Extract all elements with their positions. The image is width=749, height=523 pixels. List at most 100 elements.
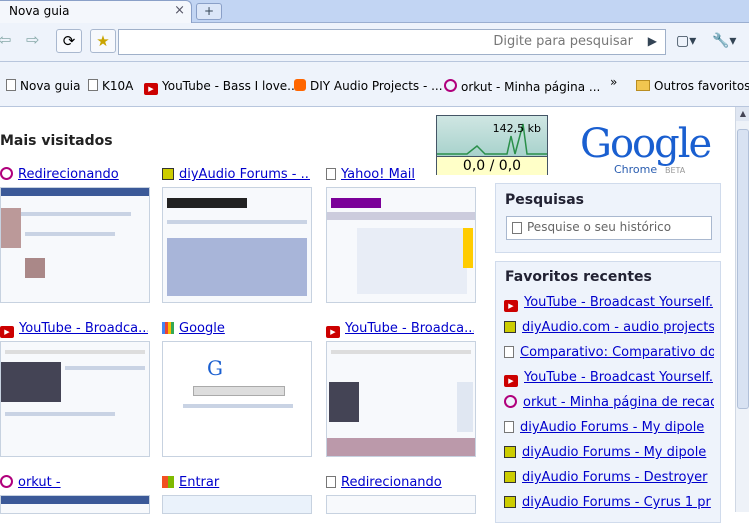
bookmark-label: K10A [102, 79, 134, 93]
google-icon [162, 322, 174, 334]
most-visited-thumb-9[interactable] [326, 495, 476, 514]
most-visited-thumb-7[interactable] [0, 495, 150, 514]
bookmark-label: Nova guia [20, 79, 81, 93]
bookmark-other-favorites[interactable]: Outros favoritos [636, 79, 749, 93]
beta-label: BETA [665, 166, 686, 175]
most-visited-thumb-5[interactable]: G [162, 341, 312, 457]
most-visited-title-2[interactable]: diyAudio Forums - ... [162, 167, 310, 182]
thumb-shot [457, 382, 473, 432]
thumb-shot [329, 382, 359, 422]
favorite-label: diyAudio.com - audio projects [522, 320, 714, 335]
page-icon [512, 222, 522, 234]
bookmark-label: YouTube - Bass I love... [162, 79, 299, 93]
thumb-shot [25, 232, 115, 236]
google-shot-logo: G [207, 356, 223, 380]
tools-menu-icon[interactable]: 🔧▾ [712, 33, 736, 49]
forward-icon[interactable]: ⇨ [26, 30, 39, 49]
bookmark-orkut[interactable]: orkut - Minha página ... [444, 79, 600, 94]
most-visited-thumb-1[interactable] [0, 187, 150, 303]
recent-favorite-3[interactable]: Comparativo: Comparativo do [504, 345, 714, 360]
youtube-icon: ▶ [504, 300, 518, 312]
network-monitor: 142,5 kb 0,0 / 0,0 [436, 115, 548, 175]
recent-favorite-5[interactable]: orkut - Minha página de recados [504, 395, 714, 410]
most-visited-title-9[interactable]: Redirecionando [326, 475, 474, 490]
orkut-icon [0, 167, 13, 180]
page-icon [6, 79, 16, 91]
thumb-label: Redirecionando [341, 475, 442, 490]
youtube-icon: ▶ [326, 326, 340, 338]
thumb-label: Yahoo! Mail [341, 167, 416, 182]
reload-button[interactable]: ⟳ [56, 29, 82, 53]
scrollbar-thumb[interactable] [737, 129, 749, 409]
most-visited-thumb-4[interactable] [0, 341, 150, 457]
most-visited-title-1[interactable]: Redirecionando [0, 167, 148, 182]
speaker-icon [162, 168, 174, 180]
most-visited-title-6[interactable]: ▶ YouTube - Broadca... [326, 321, 474, 338]
thumb-shot [25, 258, 45, 278]
recent-favorite-6[interactable]: diyAudio Forums - My dipole [504, 420, 714, 435]
thumb-shot [357, 228, 467, 294]
speaker-icon [504, 321, 516, 333]
youtube-icon: ▶ [504, 375, 518, 387]
orkut-icon [0, 475, 13, 488]
tab-nova-guia[interactable]: Nova guia × [0, 0, 192, 23]
omnibox-placeholder: Digite para pesquisar [493, 34, 633, 49]
bookmark-youtube[interactable]: ▶ YouTube - Bass I love... [144, 79, 299, 95]
most-visited-title-7[interactable]: orkut - [0, 475, 148, 490]
blogger-icon [294, 79, 306, 91]
thumb-shot [331, 350, 471, 354]
star-icon[interactable]: ★ [90, 29, 116, 53]
bookmark-k10a[interactable]: K10A [88, 79, 133, 93]
thumb-shot [463, 228, 473, 268]
recent-favorite-4[interactable]: ▶ YouTube - Broadcast Yourself. [504, 370, 714, 387]
thumb-shot [5, 412, 115, 416]
page-icon [326, 476, 336, 488]
scroll-up-arrow-icon[interactable]: ▲ [736, 107, 749, 121]
page-icon [504, 421, 514, 433]
page-menu-icon[interactable]: ▢▾ [676, 33, 696, 49]
recent-favorite-2[interactable]: diyAudio.com - audio projects [504, 320, 714, 335]
recent-favorite-8[interactable]: diyAudio Forums - Destroyer [504, 470, 714, 485]
most-visited-title-5[interactable]: Google [162, 321, 310, 336]
page-icon [326, 168, 336, 180]
new-tab-button[interactable]: + [196, 3, 222, 20]
vertical-scrollbar[interactable]: ▲ [735, 107, 749, 512]
most-visited-title-8[interactable]: Entrar [162, 475, 310, 490]
favorite-label: YouTube - Broadcast Yourself. [524, 370, 713, 385]
most-visited-title-4[interactable]: ▶ YouTube - Broadca... [0, 321, 148, 338]
monitor-graph: 142,5 kb [437, 116, 547, 156]
favorite-label: diyAudio Forums - My dipole [520, 420, 705, 435]
thumb-shot [183, 404, 293, 408]
bookmark-diy-audio[interactable]: DIY Audio Projects - ... [294, 79, 443, 93]
go-icon[interactable]: ▶ [648, 34, 657, 48]
recent-favorite-1[interactable]: ▶ YouTube - Broadcast Yourself. [504, 295, 714, 312]
page-icon [504, 346, 514, 358]
favorite-label: diyAudio Forums - Cyrus 1 pr [522, 495, 711, 510]
speaker-icon [504, 471, 516, 483]
most-visited-thumb-3[interactable] [326, 187, 476, 303]
back-icon[interactable]: ⇦ [0, 30, 11, 49]
logo-text: Google [580, 121, 712, 167]
folder-icon [636, 80, 650, 91]
recent-favorite-9[interactable]: diyAudio Forums - Cyrus 1 pr [504, 495, 714, 510]
close-icon[interactable]: × [174, 3, 185, 18]
new-tab-page: Mais visitados Redirecionando diyAudio F… [0, 107, 749, 523]
tab-label: Nova guia [9, 4, 70, 18]
favorite-label: diyAudio Forums - Destroyer [522, 470, 708, 485]
thumb-shot [327, 212, 475, 220]
search-history-panel: Pesquisas Pesquise o seu histórico [495, 183, 721, 253]
omnibox[interactable]: Digite para pesquisar ▶ [118, 29, 666, 55]
favorite-label: YouTube - Broadcast Yourself. [524, 295, 713, 310]
bookmarks-bar: Nova guia K10A ▶ YouTube - Bass I love...… [0, 62, 749, 107]
bookmark-nova-guia[interactable]: Nova guia [6, 79, 81, 93]
recent-favorite-7[interactable]: diyAudio Forums - My dipole [504, 445, 714, 460]
history-search-input[interactable]: Pesquise o seu histórico [506, 216, 712, 240]
thumb-shot [21, 212, 131, 216]
most-visited-thumb-6[interactable] [326, 341, 476, 457]
most-visited-thumb-8[interactable] [162, 495, 312, 514]
most-visited-thumb-2[interactable] [162, 187, 312, 303]
bookmark-overflow-chevron-icon[interactable]: » [610, 75, 617, 89]
windows-icon [162, 476, 174, 488]
thumb-label: orkut - [18, 475, 61, 490]
thumb-label: diyAudio Forums - ... [179, 167, 310, 182]
